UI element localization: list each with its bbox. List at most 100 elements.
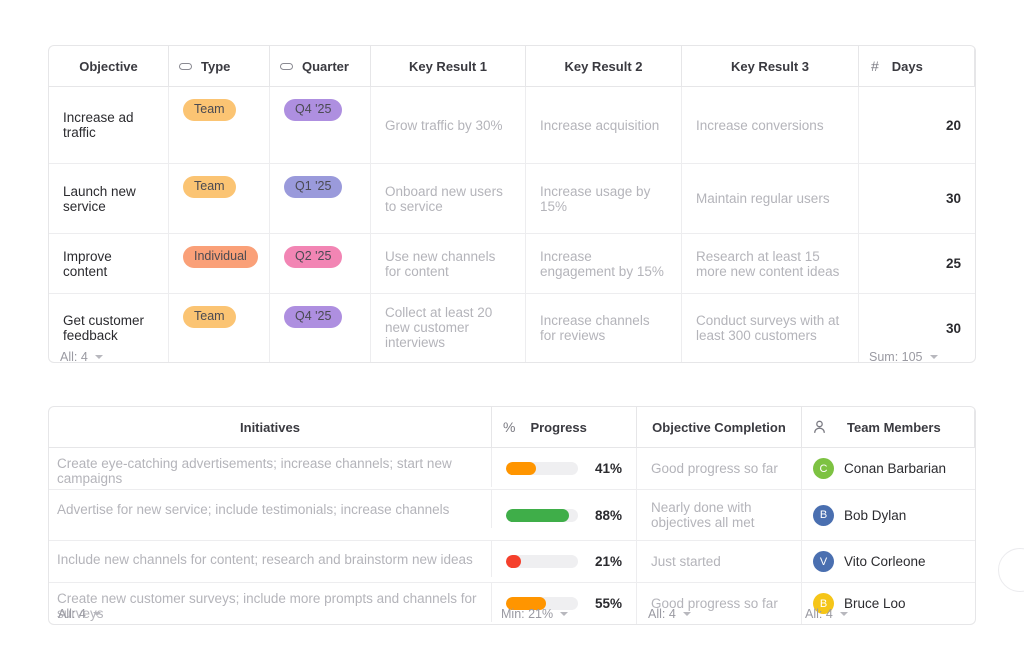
cell-days[interactable]: 30 bbox=[859, 164, 975, 233]
chevron-down-icon bbox=[683, 612, 691, 616]
table-row[interactable]: Include new channels for content; resear… bbox=[49, 540, 975, 582]
quarter-badge: Q1 '25 bbox=[284, 176, 342, 198]
cell-team-member[interactable]: C Conan Barbarian bbox=[802, 448, 975, 489]
cell-type[interactable]: Individual bbox=[169, 234, 270, 293]
objectives-footer-count[interactable]: All: 4 bbox=[60, 345, 103, 369]
table-row[interactable]: Create eye-catching advertisements; incr… bbox=[49, 448, 975, 489]
cell-key-result-2[interactable]: Increase engagement by 15% bbox=[526, 234, 682, 293]
cell-quarter[interactable]: Q4 '25 bbox=[270, 294, 371, 362]
initiatives-footer-progress[interactable]: Min: 21% bbox=[501, 602, 568, 626]
cell-key-result-1[interactable]: Collect at least 20 new customer intervi… bbox=[371, 294, 526, 362]
key-result-1-text: Use new channels for content bbox=[385, 249, 511, 279]
column-header-days[interactable]: # Days bbox=[859, 46, 975, 86]
cell-objective[interactable]: Increase ad traffic bbox=[49, 87, 169, 163]
days-value: 25 bbox=[946, 256, 961, 271]
progress-bar: 88% bbox=[506, 508, 622, 523]
cell-key-result-3[interactable]: Research at least 15 more new content id… bbox=[682, 234, 859, 293]
cell-objective-completion[interactable]: Just started bbox=[637, 541, 802, 582]
column-header-key-result-3[interactable]: Key Result 3 bbox=[682, 46, 859, 86]
column-header-team-members[interactable]: Team Members bbox=[802, 407, 975, 447]
cell-initiative[interactable]: Create eye-catching advertisements; incr… bbox=[49, 448, 492, 487]
column-header-type[interactable]: Type bbox=[169, 46, 270, 86]
cell-key-result-3[interactable]: Maintain regular users bbox=[682, 164, 859, 233]
initiative-text: Include new channels for content; resear… bbox=[57, 552, 473, 567]
initiatives-footer-count[interactable]: All: 4 bbox=[58, 602, 101, 626]
key-result-1-text: Collect at least 20 new customer intervi… bbox=[385, 305, 511, 350]
table-row[interactable]: Improve content Individual Q2 '25 Use ne… bbox=[49, 233, 975, 293]
progress-track bbox=[506, 555, 578, 568]
column-header-key-result-2[interactable]: Key Result 2 bbox=[526, 46, 682, 86]
member-name: Bob Dylan bbox=[844, 508, 906, 523]
cell-type[interactable]: Team bbox=[169, 87, 270, 163]
column-header-days-label: Days bbox=[892, 59, 923, 74]
initiatives-footer-completion[interactable]: All: 4 bbox=[648, 602, 691, 626]
column-header-key-result-1[interactable]: Key Result 1 bbox=[371, 46, 526, 86]
table-row[interactable]: Advertise for new service; include testi… bbox=[49, 489, 975, 540]
cell-team-member[interactable]: B Bob Dylan bbox=[802, 490, 975, 540]
days-value: 30 bbox=[946, 321, 961, 336]
member-name: Vito Corleone bbox=[844, 554, 926, 569]
progress-bar: 21% bbox=[506, 554, 622, 569]
chevron-down-icon bbox=[560, 612, 568, 616]
cell-key-result-2[interactable]: Increase channels for reviews bbox=[526, 294, 682, 362]
cell-objective-completion[interactable]: Good progress so far bbox=[637, 448, 802, 489]
cell-objective[interactable]: Improve content bbox=[49, 234, 169, 293]
column-header-objective-completion[interactable]: Objective Completion bbox=[637, 407, 802, 447]
cell-type[interactable]: Team bbox=[169, 164, 270, 233]
cell-key-result-3[interactable]: Increase conversions bbox=[682, 87, 859, 163]
completion-text: Just started bbox=[651, 554, 721, 569]
cell-type[interactable]: Team bbox=[169, 294, 270, 362]
cell-objective[interactable]: Launch new service bbox=[49, 164, 169, 233]
table-row[interactable]: Get customer feedback Team Q4 '25 Collec… bbox=[49, 293, 975, 362]
progress-label: 55% bbox=[588, 596, 622, 611]
cell-key-result-3[interactable]: Conduct surveys with at least 300 custom… bbox=[682, 294, 859, 362]
cell-initiative[interactable]: Advertise for new service; include testi… bbox=[49, 490, 492, 528]
key-result-1-text: Grow traffic by 30% bbox=[385, 118, 503, 133]
column-header-quarter[interactable]: Quarter bbox=[270, 46, 371, 86]
table-row[interactable]: Launch new service Team Q1 '25 Onboard n… bbox=[49, 163, 975, 233]
cell-key-result-1[interactable]: Use new channels for content bbox=[371, 234, 526, 293]
cell-initiative[interactable]: Create new customer surveys; include mor… bbox=[49, 583, 492, 622]
initiatives-footer-members-label: All: 4 bbox=[805, 607, 833, 621]
column-header-initiatives[interactable]: Initiatives bbox=[49, 407, 492, 447]
cell-key-result-2[interactable]: Increase acquisition bbox=[526, 87, 682, 163]
initiative-text: Create new customer surveys; include mor… bbox=[57, 591, 477, 621]
completion-text: Good progress so far bbox=[651, 461, 778, 476]
avatar: V bbox=[813, 551, 834, 572]
cell-key-result-2[interactable]: Increase usage by 15% bbox=[526, 164, 682, 233]
initiatives-footer-members[interactable]: All: 4 bbox=[805, 602, 848, 626]
key-result-2-text: Increase acquisition bbox=[540, 118, 659, 133]
cell-progress[interactable]: 21% bbox=[492, 541, 637, 582]
column-header-quarter-label: Quarter bbox=[302, 59, 349, 74]
column-header-key-result-1-label: Key Result 1 bbox=[409, 59, 487, 74]
cell-days[interactable]: 20 bbox=[859, 87, 975, 163]
objectives-footer-sum[interactable]: Sum: 105 bbox=[869, 345, 938, 369]
objectives-table-header-row: Objective Type Quarter Key Result 1 Key … bbox=[49, 46, 975, 87]
cell-key-result-1[interactable]: Grow traffic by 30% bbox=[371, 87, 526, 163]
column-header-key-result-3-label: Key Result 3 bbox=[731, 59, 809, 74]
column-header-objective-completion-label: Objective Completion bbox=[652, 420, 786, 435]
table-row[interactable]: Increase ad traffic Team Q4 '25 Grow tra… bbox=[49, 87, 975, 163]
cell-progress[interactable]: 88% bbox=[492, 490, 637, 540]
cell-quarter[interactable]: Q2 '25 bbox=[270, 234, 371, 293]
cell-quarter[interactable]: Q4 '25 bbox=[270, 87, 371, 163]
cell-days[interactable]: 25 bbox=[859, 234, 975, 293]
column-header-progress[interactable]: % Progress bbox=[492, 407, 637, 447]
cell-initiative[interactable]: Include new channels for content; resear… bbox=[49, 541, 492, 577]
key-result-2-text: Increase channels for reviews bbox=[540, 313, 667, 343]
cell-objective-completion[interactable]: Nearly done with objectives all met bbox=[637, 490, 802, 540]
tag-pill-icon bbox=[179, 63, 192, 70]
cell-key-result-1[interactable]: Onboard new users to service bbox=[371, 164, 526, 233]
screenshot-root: Objective Type Quarter Key Result 1 Key … bbox=[0, 0, 1024, 663]
initiatives-table: Initiatives % Progress Objective Complet… bbox=[48, 406, 976, 625]
column-header-objective[interactable]: Objective bbox=[49, 46, 169, 86]
chevron-down-icon bbox=[93, 612, 101, 616]
cell-progress[interactable]: 41% bbox=[492, 448, 637, 489]
progress-label: 21% bbox=[588, 554, 622, 569]
progress-track bbox=[506, 462, 578, 475]
member-name: Bruce Loo bbox=[844, 596, 906, 611]
cell-quarter[interactable]: Q1 '25 bbox=[270, 164, 371, 233]
progress-fill bbox=[506, 509, 569, 522]
key-result-3-text: Conduct surveys with at least 300 custom… bbox=[696, 313, 844, 343]
cell-team-member[interactable]: V Vito Corleone bbox=[802, 541, 975, 582]
